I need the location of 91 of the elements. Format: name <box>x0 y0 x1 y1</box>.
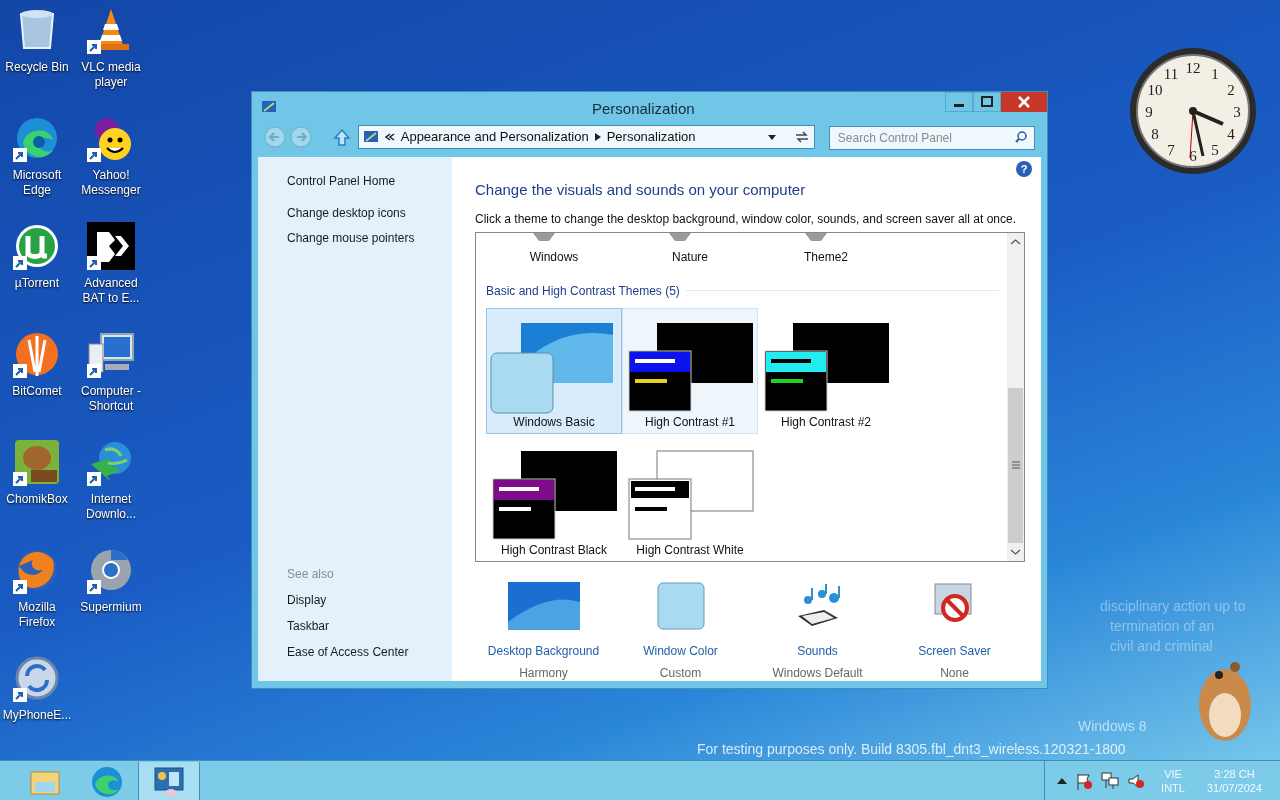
scrollbar-thumb[interactable] <box>1008 387 1023 543</box>
close-button[interactable] <box>1001 92 1047 112</box>
theme-label[interactable]: Windows <box>529 247 579 266</box>
desktop-icon-label[interactable]: Computer - Shortcut <box>75 384 147 414</box>
clock-numeral: 3 <box>1233 104 1241 120</box>
see-also-label: See also <box>287 566 334 583</box>
window-title: Personalization <box>592 99 695 119</box>
desktop-icon-label[interactable]: ChomikBox <box>1 492 73 507</box>
color-swatch-icon[interactable] <box>656 581 705 630</box>
theme-tile[interactable]: High Contrast #2 <box>758 307 894 434</box>
breadcrumb[interactable]: Personalization <box>606 127 696 147</box>
network-icon[interactable] <box>1101 771 1120 790</box>
theme-tile[interactable]: High Contrast White <box>622 435 758 562</box>
theme-tile[interactable]: Windows Basic <box>486 307 622 434</box>
desktop-icon-label[interactable]: Supermium <box>75 600 147 615</box>
maximize-button[interactable] <box>973 92 1001 112</box>
sidebar-link[interactable]: Taskbar <box>287 617 330 635</box>
desktop-icon-label[interactable]: Microsoft Edge <box>1 168 73 198</box>
desktop-icon-label[interactable]: BitComet <box>1 384 73 399</box>
sidebar-link[interactable]: Change mouse pointers <box>287 229 415 247</box>
build-text: For testing purposes only. Build 8305.fbl_dnt3_wireless.120321-1800 <box>697 741 1126 757</box>
setting-value: None <box>940 664 969 682</box>
desktop-icon-label[interactable]: Yahoo! Messenger <box>75 168 147 198</box>
mu-letter-icon[interactable] <box>13 222 61 270</box>
desktop-icon-label[interactable]: µTorrent <box>1 276 73 291</box>
help-button[interactable]: ? <box>1016 161 1032 177</box>
flag-icon[interactable] <box>1075 771 1094 790</box>
clock-numeral: 10 <box>1147 82 1163 98</box>
setting-value: Custom <box>659 664 702 682</box>
desktop-icon-label[interactable]: Internet Downlo... <box>75 492 147 522</box>
scrollbar[interactable] <box>1007 232 1024 561</box>
dropdown-caret-icon[interactable] <box>767 134 776 140</box>
refresh-icon[interactable] <box>793 130 810 144</box>
clock-numeral: 4 <box>1227 126 1235 142</box>
page-heading: Change the visuals and sounds on your computer <box>475 180 807 200</box>
desktop-icon-label[interactable]: MyPhoneE... <box>1 708 73 723</box>
sidebar-link[interactable]: Control Panel Home <box>287 172 396 190</box>
desktop-icon-label[interactable]: Advanced BAT to E... <box>75 276 147 306</box>
search-icon[interactable] <box>1015 131 1027 143</box>
clock-numeral: 1 <box>1211 65 1219 82</box>
speaker-icon[interactable] <box>1127 771 1146 790</box>
address-bar[interactable]: Appearance and Personalization Personalization <box>357 125 815 149</box>
control-panel-icon <box>362 129 379 145</box>
control-panel-icon <box>261 99 277 115</box>
clock-numeral: 12 <box>1185 60 1201 76</box>
setting-link[interactable]: Desktop Background <box>487 641 600 660</box>
sync-arrows-icon[interactable] <box>13 654 61 702</box>
watermark-text-line: disciplinary action up to <box>1099 597 1246 616</box>
up-arrow-icon[interactable] <box>331 127 352 147</box>
setting-value: Harmony <box>519 664 568 682</box>
taskbar-button[interactable] <box>138 761 200 800</box>
section-title: Basic and High Contrast Themes (5) <box>486 282 680 300</box>
breadcrumb-separator-icon <box>594 133 601 141</box>
wallpaper-thumbnail[interactable] <box>507 581 580 630</box>
sidebar-link[interactable]: Change desktop icons <box>287 204 406 222</box>
breadcrumb[interactable]: Appearance and Personalization <box>400 127 589 147</box>
clock-numeral: 8 <box>1151 126 1159 142</box>
sidebar-link[interactable]: Display <box>287 591 327 609</box>
clock-hands <box>1189 107 1224 159</box>
theme-tile[interactable]: High Contrast #1 <box>622 307 758 434</box>
letters-logo-icon[interactable] <box>87 222 135 270</box>
theme-label[interactable]: Theme2 <box>804 247 848 266</box>
show-hidden-icons-button[interactable] <box>1057 777 1068 784</box>
chevrons-icon <box>384 132 395 142</box>
setting-value: Windows Default <box>772 664 863 682</box>
theme-thumbnail-edge[interactable] <box>669 232 691 241</box>
clock-numeral: 6 <box>1189 148 1197 164</box>
theme-thumbnail-edge[interactable] <box>533 232 555 241</box>
clock-numeral: 7 <box>1167 142 1175 159</box>
clock-numeral: 2 <box>1227 82 1235 98</box>
setting-link[interactable]: Window Color <box>643 641 718 660</box>
watermark-text-line: civil and criminal <box>1109 637 1214 656</box>
watermark-text-line: termination of an <box>1109 617 1216 636</box>
edition-text: Windows 8 <box>1078 718 1147 734</box>
description-text: Click a theme to change the desktop background, window color, sounds, and screen saver all at once. <box>475 210 1017 228</box>
desktop-icon-label[interactable]: VLC media player <box>75 60 147 90</box>
setting-link[interactable]: Screen Saver <box>918 641 991 660</box>
minimize-button[interactable] <box>945 92 973 112</box>
desktop-icon-label[interactable]: Mozilla Firefox <box>1 600 73 630</box>
theme-label[interactable]: Nature <box>672 247 708 266</box>
theme-tile[interactable]: High Contrast Black <box>486 435 622 562</box>
theme-thumbnail-edge[interactable] <box>805 232 827 241</box>
hamster-box-icon[interactable] <box>13 438 61 486</box>
grip-icon <box>1011 461 1020 469</box>
search-field[interactable]: Search Control Panel <box>828 126 1035 150</box>
clock-numeral: 5 <box>1211 142 1219 159</box>
clock-numeral: 9 <box>1145 104 1153 120</box>
setting-link[interactable]: Sounds <box>797 641 838 660</box>
clock-numeral: 11 <box>1163 65 1179 82</box>
sidebar-link[interactable]: Ease of Access Center <box>287 643 409 661</box>
desktop-icon-label[interactable]: Recycle Bin <box>1 60 73 75</box>
